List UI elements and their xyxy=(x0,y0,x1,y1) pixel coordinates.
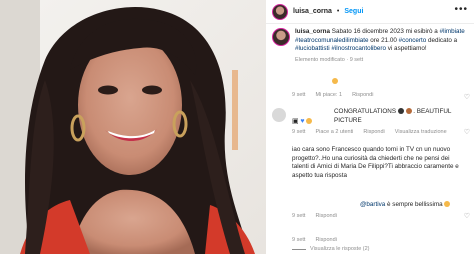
comment-meta: 9 sett Rispondi xyxy=(292,236,337,245)
caption-edited: Elemento modificato · 9 sett xyxy=(295,56,364,63)
avatar[interactable] xyxy=(272,3,288,20)
caption-part: dedicato a xyxy=(426,36,458,44)
view-replies-label: Visualizza le risposte (2) xyxy=(310,246,370,252)
instagram-post-view: luisa_corna • Segui ••• luisa_corna Saba… xyxy=(0,0,474,254)
view-replies-button[interactable]: Visualizza le risposte (2) xyxy=(292,245,370,254)
divider-line xyxy=(292,248,306,250)
follow-button[interactable]: Segui xyxy=(344,8,363,15)
comment-body: iao cara sono Francesco quando torni in … xyxy=(292,146,459,179)
caption-part: vi aspettiamo! xyxy=(386,45,427,53)
like-heart-icon[interactable]: ♡ xyxy=(464,212,470,220)
comment-avatar[interactable] xyxy=(272,108,286,122)
more-options-icon[interactable]: ••• xyxy=(454,4,468,15)
reply-button[interactable]: Rispondi xyxy=(352,91,373,100)
comment-body: è sempre bellissima xyxy=(385,201,443,208)
comment-body: CONGRATULATIONS xyxy=(334,108,397,115)
comment-text: iao cara sono Francesco quando torni in … xyxy=(292,146,464,180)
emoji-icon xyxy=(306,118,313,125)
comment-emoji xyxy=(332,78,338,87)
reply-button[interactable]: Rispondi xyxy=(315,212,336,221)
like-heart-icon[interactable]: ♡ xyxy=(464,93,470,101)
portrait-image xyxy=(0,0,266,254)
camera-emoji-icon: ▣ xyxy=(292,118,299,125)
blue-heart-icon: ♥ xyxy=(300,118,305,125)
reply-button[interactable]: Rispondi xyxy=(363,128,384,137)
post-header: luisa_corna • Segui ••• xyxy=(266,0,474,24)
caption-block: luisa_corna Sabato 16 dicembre 2023 mi e… xyxy=(272,28,470,64)
comment-likes[interactable]: Piace a 2 utenti xyxy=(315,128,353,137)
comment-text: CONGRATULATIONS . BEAUTIFUL PICTURE xyxy=(334,108,470,125)
comment-time: 9 sett xyxy=(292,129,306,135)
caption-avatar[interactable] xyxy=(272,28,290,46)
emoji-icon xyxy=(444,201,451,208)
comment-likes[interactable]: Mi piace: 1 xyxy=(315,91,342,100)
caption-text: luisa_corna Sabato 16 dicembre 2023 mi e… xyxy=(295,28,470,64)
hashtag-nostro[interactable]: #ilnostrocantolibero xyxy=(331,45,386,52)
emoji-icon xyxy=(397,108,404,115)
post-side-panel: luisa_corna • Segui ••• luisa_corna Saba… xyxy=(266,0,474,254)
hashtag-concerto[interactable]: #concerto xyxy=(399,37,427,44)
comment-time: 9 sett xyxy=(292,92,306,98)
like-heart-icon[interactable]: ♡ xyxy=(464,128,470,136)
header-separator: • xyxy=(336,8,340,15)
comment-emojis: ▣ ♥ xyxy=(292,118,313,127)
comment-text: @bartiva è sempre bellissima xyxy=(360,201,472,210)
hashtag-lucio[interactable]: #luciobattisti xyxy=(295,45,330,52)
comment-meta: 9 sett Mi piace: 1 Rispondi xyxy=(292,91,373,100)
emoji-icon xyxy=(332,78,338,85)
caption-username[interactable]: luisa_corna xyxy=(295,28,330,35)
comment-meta: 9 sett Piace a 2 utenti Rispondi Visuali… xyxy=(292,128,447,137)
header-username[interactable]: luisa_corna xyxy=(293,8,332,15)
translate-button[interactable]: Visualizza traduzione xyxy=(395,128,447,137)
comment-time: 9 sett xyxy=(292,237,306,243)
post-photo[interactable] xyxy=(0,0,266,254)
hashtag-teatro[interactable]: #teatrocomunaledilimbiate xyxy=(295,37,369,44)
caption-part: Sabato 16 dicembre 2023 mi esibirò a xyxy=(330,28,440,35)
caption-part: ore 21.00 xyxy=(368,36,399,44)
comment-time: 9 sett xyxy=(292,213,306,219)
mention-link[interactable]: @bartiva xyxy=(360,201,385,208)
hashtag-limbiate[interactable]: #limbiate xyxy=(440,28,465,35)
reply-button[interactable]: Rispondi xyxy=(315,236,336,245)
comment-meta: 9 sett Rispondi xyxy=(292,212,337,221)
